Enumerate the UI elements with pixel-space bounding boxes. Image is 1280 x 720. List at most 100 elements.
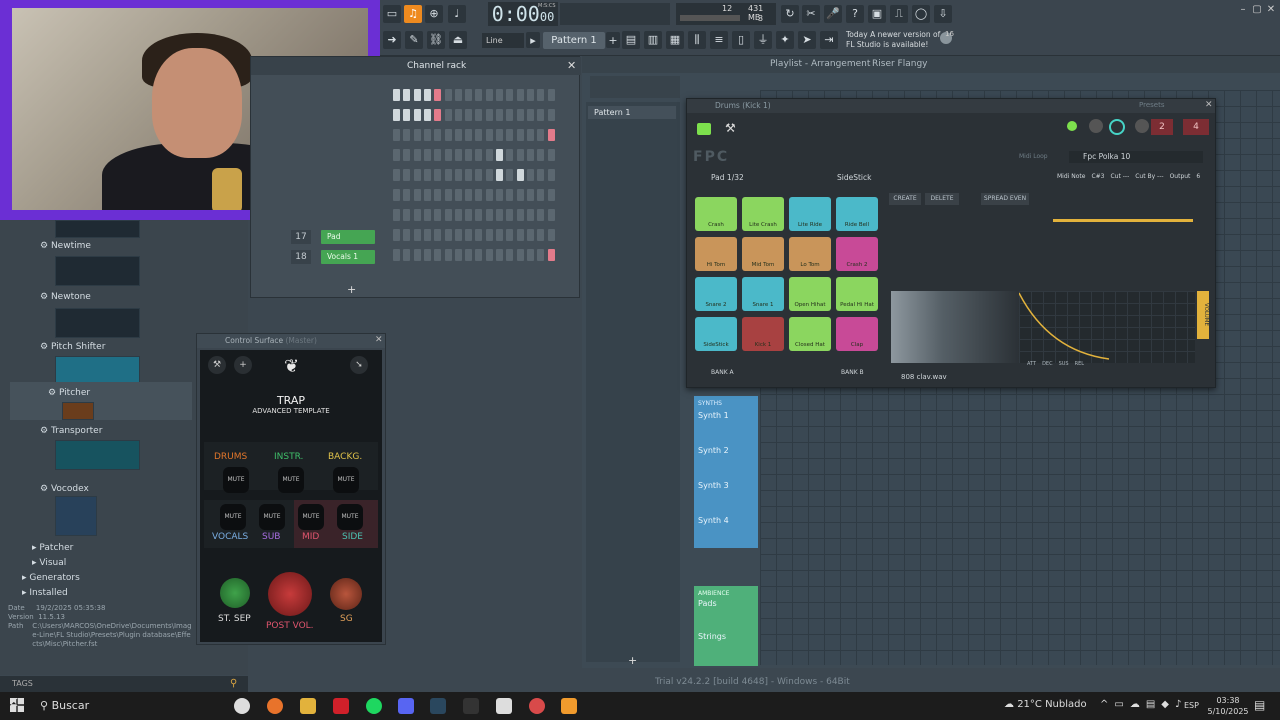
step-button[interactable] [537, 189, 545, 201]
step-button[interactable] [413, 109, 421, 121]
bank-a-label[interactable]: BANK A [711, 369, 734, 376]
drum-pad[interactable]: Kick 1 [742, 317, 784, 351]
folder-generators[interactable]: ▸ Generators [22, 573, 80, 583]
step-button[interactable] [423, 169, 431, 181]
step-button[interactable] [434, 249, 442, 261]
step-button[interactable] [547, 109, 555, 121]
record-mode-icon[interactable]: ⊕ [425, 5, 443, 23]
step-button[interactable] [454, 109, 462, 121]
folder-installed[interactable]: ▸ Installed [22, 588, 68, 598]
sample-name[interactable]: 808 clav.wav [901, 373, 947, 381]
browser-item-newtone[interactable]: ⚙ Newtone [40, 292, 91, 302]
envelope-knob-label[interactable]: REL [1075, 361, 1084, 385]
folder-visual[interactable]: ▸ Visual [32, 558, 66, 568]
step-button[interactable] [465, 209, 473, 221]
step-button[interactable] [413, 249, 421, 261]
drum-pad[interactable]: Snare 2 [695, 277, 737, 311]
step-button[interactable] [393, 189, 400, 201]
step-button[interactable] [506, 109, 514, 121]
channel-pad[interactable]: Pad [321, 230, 375, 244]
step-button[interactable] [496, 189, 503, 201]
envelope-knob-label[interactable]: DEC [1042, 361, 1053, 385]
step-button[interactable] [465, 249, 473, 261]
step-button[interactable] [454, 189, 462, 201]
step-button[interactable] [475, 209, 483, 221]
step-button[interactable] [413, 89, 421, 101]
mute-mid-button[interactable]: MUTE [298, 504, 324, 530]
step-button[interactable] [403, 249, 411, 261]
drum-pad[interactable]: Closed Hat [789, 317, 831, 351]
step-button[interactable] [444, 249, 452, 261]
step-button[interactable] [526, 189, 534, 201]
step-button[interactable] [444, 209, 452, 221]
step-button[interactable] [475, 229, 483, 241]
step-button[interactable] [547, 89, 555, 101]
cut-value[interactable]: Cut --- [1110, 173, 1129, 180]
step-button[interactable] [454, 149, 462, 161]
track-number[interactable]: 4 [1183, 119, 1209, 135]
tools-icon[interactable]: ✦ [776, 31, 794, 49]
newtime-thumb[interactable] [55, 256, 140, 286]
capcut-icon[interactable] [496, 698, 512, 714]
pattern-select[interactable]: Pattern 1 [543, 32, 605, 49]
spread-even-button[interactable]: SPREAD EVEN [981, 193, 1029, 205]
step-button[interactable] [434, 149, 442, 161]
step-button[interactable] [403, 89, 411, 101]
bank-b-label[interactable]: BANK B [841, 369, 864, 376]
step-button[interactable] [475, 169, 483, 181]
snap-select[interactable]: Line [482, 33, 524, 48]
windows-start-icon[interactable] [10, 698, 24, 712]
step-button[interactable] [403, 169, 411, 181]
step-button[interactable] [444, 89, 452, 101]
step-button[interactable] [454, 209, 462, 221]
step-button[interactable] [444, 149, 452, 161]
envelope-knob-label[interactable]: ATT [1027, 361, 1036, 385]
obs-icon[interactable] [529, 698, 545, 714]
step-button[interactable] [454, 229, 462, 241]
step-button[interactable] [526, 89, 534, 101]
step-button[interactable] [537, 249, 545, 261]
step-button[interactable] [496, 229, 503, 241]
step-button[interactable] [485, 109, 493, 121]
steam-icon[interactable] [430, 698, 446, 714]
plugin-thumb[interactable] [55, 220, 140, 238]
help-icon[interactable]: ? [846, 5, 864, 23]
step-button[interactable] [393, 89, 400, 101]
plus-icon[interactable]: + [234, 356, 252, 374]
step-button[interactable] [547, 229, 555, 241]
wrench-icon[interactable]: ⚒ [208, 356, 226, 374]
step-button[interactable] [475, 249, 483, 261]
save-icon[interactable]: ▣ [868, 5, 886, 23]
minimize-icon[interactable]: – [1236, 4, 1250, 16]
step-button[interactable] [526, 149, 534, 161]
step-button[interactable] [496, 129, 503, 141]
project-icon[interactable]: ▯ [732, 31, 750, 49]
step-button[interactable] [526, 169, 534, 181]
step-button[interactable] [454, 89, 462, 101]
drum-pad[interactable]: Crash 2 [836, 237, 878, 271]
step-button[interactable] [506, 169, 514, 181]
firefox-icon[interactable] [267, 698, 283, 714]
envelope-display[interactable] [1018, 291, 1195, 363]
step-button[interactable] [506, 229, 514, 241]
step-button[interactable] [475, 149, 483, 161]
step-button[interactable] [516, 89, 524, 101]
plugin-icon[interactable]: ⎍ [890, 5, 908, 23]
step-button[interactable] [444, 169, 452, 181]
step-button[interactable] [485, 249, 493, 261]
arrow-icon[interactable]: ➜ [383, 31, 401, 49]
close-icon[interactable]: ✕ [1205, 100, 1213, 110]
step-button[interactable] [516, 109, 524, 121]
kit-select[interactable]: Fpc Polka 10 [1069, 151, 1203, 163]
epic-icon[interactable] [463, 698, 479, 714]
step-button[interactable] [526, 109, 534, 121]
step-button[interactable] [403, 149, 411, 161]
taskbar-search[interactable]: ⚲ Buscar [40, 699, 89, 712]
step-button[interactable] [485, 209, 493, 221]
step-button[interactable] [465, 109, 473, 121]
weather-widget[interactable]: ☁ 21°C Nublado [1004, 699, 1087, 710]
step-button[interactable] [413, 129, 421, 141]
maximize-icon[interactable]: ▢ [1250, 4, 1264, 16]
step-button[interactable] [537, 149, 545, 161]
close-icon[interactable]: ✕ [375, 335, 383, 345]
